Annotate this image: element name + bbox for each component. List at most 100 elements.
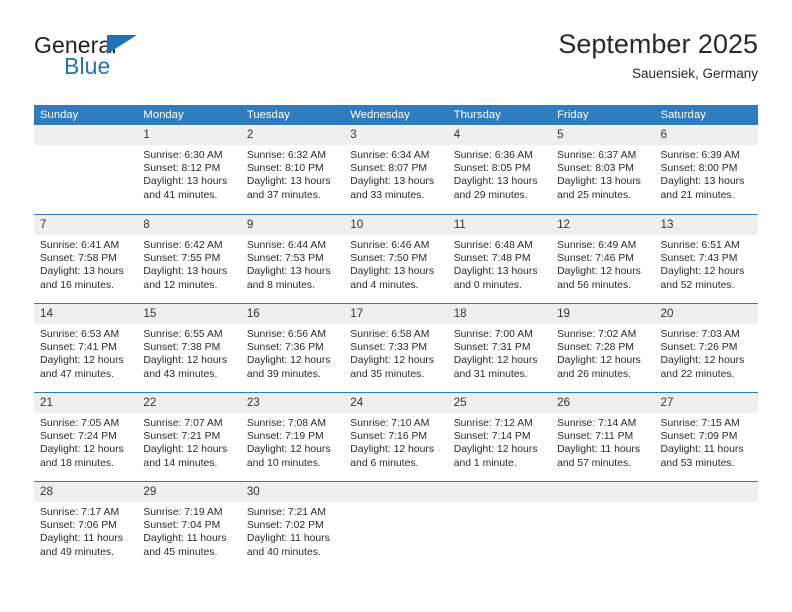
day-details: Sunrise: 7:12 AM Sunset: 7:14 PM Daylight:… — [448, 413, 551, 470]
daylight-duration-line2: and 33 minutes. — [350, 189, 425, 201]
sunset-time: Sunset: 7:16 PM — [350, 431, 428, 443]
weekday-header-tuesday: Tuesday — [246, 109, 290, 121]
calendar-day-cell[interactable]: 25 Sunrise: 7:12 AM Sunset: 7:14 PM Dayligh… — [447, 393, 552, 481]
day-number-band: 16 — [240, 304, 345, 324]
calendar-day-cell-empty — [551, 482, 655, 570]
day-details: Sunrise: 7:02 AM Sunset: 7:28 PM Daylight:… — [551, 324, 654, 381]
day-number: 4 — [453, 128, 461, 141]
calendar-day-cell[interactable]: 9 Sunrise: 6:44 AM Sunset: 7:53 PM Daylight… — [240, 215, 345, 303]
daylight-duration-line2: and 0 minutes. — [453, 279, 522, 291]
calendar-day-cell[interactable]: 13 Sunrise: 6:51 AM Sunset: 7:43 PM Dayligh… — [654, 215, 758, 303]
calendar-week-row: 1 Sunrise: 6:30 AM Sunset: 8:12 PM Daylight… — [34, 125, 758, 214]
sunset-time: Sunset: 7:24 PM — [40, 431, 117, 443]
calendar-day-cell[interactable]: 7 Sunrise: 6:41 AM Sunset: 7:58 PM Daylight… — [34, 215, 138, 303]
calendar-day-cell[interactable]: 2 Sunrise: 6:32 AM Sunset: 8:10 PM Daylight… — [240, 125, 345, 214]
daylight-duration-line1: Daylight: 13 hours — [246, 176, 331, 188]
day-details: Sunrise: 6:39 AM Sunset: 8:00 PM Daylight:… — [655, 145, 758, 202]
calendar-grid: Sunday Monday Tuesday Wednesday Thursday Frid… — [34, 105, 758, 570]
calendar-day-cell[interactable]: 12 Sunrise: 6:49 AM Sunset: 7:46 PM Dayligh… — [551, 215, 655, 303]
day-details: Sunrise: 6:58 AM Sunset: 7:33 PM Daylight:… — [344, 324, 447, 381]
daylight-duration-line2: and 53 minutes. — [660, 457, 735, 469]
calendar-day-cell[interactable]: 28 Sunrise: 7:17 AM Sunset: 7:06 PM Dayligh… — [34, 482, 138, 570]
weekday-header-thursday: Thursday — [453, 109, 501, 121]
calendar-day-cell[interactable]: 20 Sunrise: 7:03 AM Sunset: 7:26 PM Dayligh… — [654, 304, 758, 392]
day-details: Sunrise: 7:00 AM Sunset: 7:31 PM Daylight:… — [448, 324, 551, 381]
calendar-day-cell[interactable]: 6 Sunrise: 6:39 AM Sunset: 8:00 PM Daylight… — [654, 125, 758, 214]
daylight-duration-line1: Daylight: 13 hours — [40, 266, 124, 278]
sunrise-time: Sunrise: 6:53 AM — [40, 329, 120, 340]
sunset-time: Sunset: 7:41 PM — [40, 342, 117, 354]
day-number-band: 20 — [654, 304, 758, 324]
sunrise-time: Sunrise: 6:46 AM — [350, 240, 430, 251]
sunset-time: Sunset: 7:38 PM — [143, 342, 221, 354]
day-number: 15 — [143, 307, 157, 320]
calendar-day-cell[interactable]: 21 Sunrise: 7:05 AM Sunset: 7:24 PM Dayligh… — [34, 393, 138, 481]
day-details: Sunrise: 6:30 AM Sunset: 8:12 PM Daylight:… — [137, 145, 240, 202]
calendar-day-cell[interactable]: 24 Sunrise: 7:10 AM Sunset: 7:16 PM Dayligh… — [344, 393, 448, 481]
daylight-duration-line1: Daylight: 12 hours — [453, 444, 538, 456]
calendar-day-cell[interactable]: 19 Sunrise: 7:02 AM Sunset: 7:28 PM Dayligh… — [551, 304, 655, 392]
day-number: 9 — [246, 218, 254, 231]
day-number: 24 — [350, 396, 364, 409]
calendar-day-cell[interactable]: 17 Sunrise: 6:58 AM Sunset: 7:33 PM Dayligh… — [344, 304, 448, 392]
calendar-week-row: 14 Sunrise: 6:53 AM Sunset: 7:41 PM Dayligh… — [34, 303, 758, 392]
day-details: Sunrise: 7:03 AM Sunset: 7:26 PM Daylight:… — [655, 324, 758, 381]
calendar-day-cell[interactable]: 23 Sunrise: 7:08 AM Sunset: 7:19 PM Dayligh… — [240, 393, 345, 481]
calendar-day-cell[interactable]: 29 Sunrise: 7:19 AM Sunset: 7:04 PM Dayligh… — [137, 482, 241, 570]
day-details: Sunrise: 6:42 AM Sunset: 7:55 PM Daylight:… — [137, 235, 240, 292]
day-number-band — [447, 482, 552, 502]
day-number-band — [34, 125, 138, 145]
calendar-day-cell[interactable]: 30 Sunrise: 7:21 AM Sunset: 7:02 PM Dayligh… — [240, 482, 345, 570]
daylight-duration-line2: and 25 minutes. — [557, 189, 632, 201]
calendar-day-cell[interactable]: 5 Sunrise: 6:37 AM Sunset: 8:03 PM Daylight… — [551, 125, 655, 214]
sunset-time: Sunset: 7:04 PM — [143, 520, 221, 532]
day-number: 1 — [143, 128, 150, 141]
sunrise-time: Sunrise: 7:14 AM — [557, 418, 637, 429]
daylight-duration-line1: Daylight: 12 hours — [350, 355, 435, 367]
day-details: Sunrise: 6:46 AM Sunset: 7:50 PM Daylight:… — [344, 235, 447, 292]
day-number-band: 6 — [654, 125, 758, 145]
day-number: 30 — [246, 485, 260, 498]
day-details: Sunrise: 6:51 AM Sunset: 7:43 PM Daylight:… — [655, 235, 758, 292]
sunrise-time: Sunrise: 6:42 AM — [143, 240, 223, 251]
calendar-day-cell[interactable]: 14 Sunrise: 6:53 AM Sunset: 7:41 PM Dayligh… — [34, 304, 138, 392]
sunset-time: Sunset: 7:09 PM — [660, 431, 738, 443]
day-number-band: 27 — [654, 393, 758, 413]
calendar-day-cell[interactable]: 15 Sunrise: 6:55 AM Sunset: 7:38 PM Dayligh… — [137, 304, 241, 392]
sunrise-time: Sunrise: 7:03 AM — [660, 329, 740, 340]
daylight-duration-line1: Daylight: 11 hours — [40, 533, 123, 545]
calendar-day-cell[interactable]: 16 Sunrise: 6:56 AM Sunset: 7:36 PM Dayligh… — [240, 304, 345, 392]
calendar-day-cell[interactable]: 18 Sunrise: 7:00 AM Sunset: 7:31 PM Dayligh… — [447, 304, 552, 392]
day-number-band: 8 — [137, 215, 241, 235]
day-number: 18 — [453, 307, 467, 320]
calendar-page: General Blue September 2025 Sauensiek, G… — [0, 0, 792, 612]
calendar-day-cell[interactable]: 8 Sunrise: 6:42 AM Sunset: 7:55 PM Daylight… — [137, 215, 241, 303]
day-details: Sunrise: 6:37 AM Sunset: 8:03 PM Daylight:… — [551, 145, 654, 202]
day-number-band: 19 — [551, 304, 655, 324]
daylight-duration-line2: and 39 minutes. — [246, 368, 321, 380]
day-details: Sunrise: 6:36 AM Sunset: 8:05 PM Daylight:… — [448, 145, 551, 202]
calendar-day-cell[interactable]: 26 Sunrise: 7:14 AM Sunset: 7:11 PM Dayligh… — [551, 393, 655, 481]
calendar-day-cell[interactable]: 22 Sunrise: 7:07 AM Sunset: 7:21 PM Dayligh… — [137, 393, 241, 481]
daylight-duration-line2: and 35 minutes. — [350, 368, 425, 380]
sunset-time: Sunset: 7:55 PM — [143, 253, 221, 265]
calendar-day-cell[interactable]: 1 Sunrise: 6:30 AM Sunset: 8:12 PM Daylight… — [137, 125, 241, 214]
day-number: 23 — [246, 396, 260, 409]
daylight-duration-line1: Daylight: 12 hours — [246, 355, 331, 367]
calendar-day-cell[interactable]: 10 Sunrise: 6:46 AM Sunset: 7:50 PM Dayligh… — [344, 215, 448, 303]
calendar-day-cell[interactable]: 4 Sunrise: 6:36 AM Sunset: 8:05 PM Daylight… — [447, 125, 552, 214]
day-number-band: 22 — [137, 393, 241, 413]
calendar-day-cell[interactable]: 3 Sunrise: 6:34 AM Sunset: 8:07 PM Daylight… — [344, 125, 448, 214]
daylight-duration-line1: Daylight: 12 hours — [557, 355, 641, 367]
day-number: 26 — [557, 396, 571, 409]
general-blue-logo[interactable]: General Blue — [34, 32, 264, 90]
sunset-time: Sunset: 8:05 PM — [453, 163, 531, 175]
calendar-day-cell[interactable]: 11 Sunrise: 6:48 AM Sunset: 7:48 PM Dayligh… — [447, 215, 552, 303]
day-number: 20 — [660, 307, 674, 320]
calendar-day-cell[interactable]: 27 Sunrise: 7:15 AM Sunset: 7:09 PM Dayligh… — [654, 393, 758, 481]
sunrise-time: Sunrise: 6:37 AM — [557, 150, 637, 161]
sunset-time: Sunset: 7:11 PM — [557, 431, 634, 443]
daylight-duration-line1: Daylight: 13 hours — [557, 176, 641, 188]
sunrise-time: Sunrise: 6:58 AM — [350, 329, 430, 340]
sunrise-time: Sunrise: 6:56 AM — [246, 329, 326, 340]
